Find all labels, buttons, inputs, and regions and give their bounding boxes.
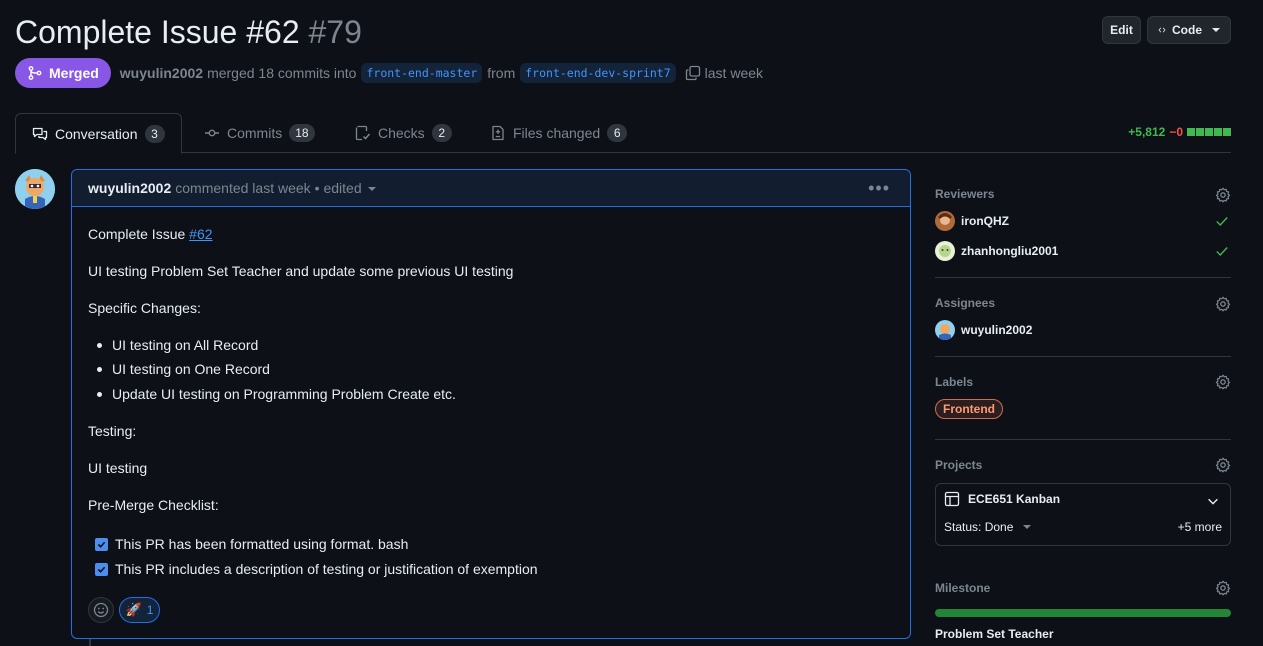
divider [935, 356, 1231, 357]
project-status: Status: Done [944, 520, 1014, 534]
list-item: Update UI testing on Programming Problem… [97, 386, 456, 402]
reviewer-name: zhanhongliu2001 [961, 244, 1059, 258]
edited-dropdown[interactable]: • edited [315, 180, 376, 196]
rocket-icon: 🚀 [125, 602, 142, 617]
comment-header: wuyulin2002 commented last week • edited… [72, 170, 910, 207]
tab-label: Files changed [513, 125, 601, 141]
timeline-line [89, 639, 91, 646]
milestone-heading[interactable]: Milestone [935, 581, 990, 595]
project-card: ECE651 Kanban Status: Done +5 more [935, 483, 1231, 546]
checklist-text: This PR has been formatted using format.… [115, 536, 409, 552]
avatar [935, 320, 955, 340]
status-badge: Merged [15, 58, 111, 88]
body-line: UI testing Problem Set Teacher and updat… [88, 263, 514, 279]
testing-value: UI testing [88, 460, 148, 476]
changes-heading: Specific Changes: [88, 300, 201, 316]
gear-icon[interactable] [1215, 457, 1231, 473]
reaction-count: 1 [146, 603, 154, 617]
labels-heading[interactable]: Labels [935, 375, 973, 389]
pr-title-text: Complete Issue #62 [15, 14, 300, 50]
from-text: from [487, 65, 516, 81]
body-line: Complete Issue #62 [88, 226, 213, 242]
reviewers-heading[interactable]: Reviewers [935, 187, 994, 201]
project-status-dropdown[interactable]: Status: Done [944, 520, 1032, 534]
divider [935, 439, 1231, 440]
tab-label: Conversation [55, 125, 138, 142]
tab-label: Checks [378, 125, 425, 141]
checklist-heading: Pre-Merge Checklist: [88, 497, 219, 513]
checklist-text: This PR includes a description of testin… [115, 561, 538, 577]
checkbox-checked[interactable] [95, 562, 108, 576]
avatar [935, 211, 955, 231]
project-more-link[interactable]: +5 more [1178, 520, 1222, 534]
tab-checks[interactable]: Checks 2 [355, 113, 452, 153]
sidebar: Reviewers ironQHZ zhanhongliu2001 Assign… [935, 0, 1231, 646]
author-link[interactable]: wuyulin2002 [120, 65, 203, 81]
gear-icon[interactable] [1215, 296, 1231, 312]
gear-icon[interactable] [1215, 374, 1231, 390]
check-icon [1216, 217, 1228, 226]
tab-label: Commits [227, 125, 283, 141]
checklist-icon [355, 125, 371, 141]
list-item: UI testing on One Record [97, 361, 270, 377]
chevron-down-icon [1023, 525, 1032, 529]
tab-counter: 3 [144, 124, 165, 143]
comment-discussion-icon [32, 127, 48, 140]
merge-time: last week [704, 65, 764, 81]
milestone-progress-bar [935, 609, 1231, 617]
rocket-reaction-button[interactable]: 🚀 1 [119, 597, 160, 623]
reviewer-name: ironQHZ [961, 214, 1009, 228]
table-icon [944, 491, 960, 507]
edited-label: • edited [314, 180, 362, 196]
git-commit-icon [205, 129, 219, 137]
chevron-down-icon [367, 187, 376, 191]
file-diff-icon [492, 125, 504, 141]
pr-title: Complete Issue #62 #79 [15, 12, 362, 52]
divider [935, 277, 1231, 278]
check-icon [1216, 247, 1228, 256]
tab-counter: 6 [607, 124, 628, 142]
project-link[interactable]: ECE651 Kanban [944, 491, 1060, 507]
kebab-menu-icon[interactable]: ••• [868, 178, 890, 199]
pr-number: #79 [308, 14, 362, 50]
tab-counter: 18 [289, 124, 315, 142]
comment-author[interactable]: wuyulin2002 [88, 180, 171, 196]
chevron-down-icon[interactable] [1206, 494, 1220, 508]
label-frontend[interactable]: Frontend [935, 399, 1003, 419]
comment-action[interactable]: commented last week [175, 180, 310, 196]
head-branch[interactable]: front-end-dev-sprint7 [520, 63, 676, 83]
tab-counter: 2 [431, 124, 452, 142]
list-item: UI testing on All Record [96, 337, 259, 353]
milestone-name[interactable]: Problem Set Teacher [935, 627, 1054, 641]
checklist-item: This PR has been formatted using format.… [95, 536, 408, 552]
tab-commits[interactable]: Commits 18 [204, 113, 315, 153]
base-branch[interactable]: front-end-master [361, 63, 483, 83]
assignee-name: wuyulin2002 [961, 323, 1033, 337]
tab-conversation[interactable]: Conversation 3 [15, 113, 182, 154]
avatar[interactable] [15, 169, 55, 209]
testing-heading: Testing: [88, 423, 137, 439]
avatar [935, 241, 955, 261]
checkbox-checked[interactable] [95, 537, 108, 551]
pr-meta: Merged wuyulin2002 merged 18 commits int… [15, 58, 763, 88]
merge-action-text: merged 18 commits into [207, 65, 357, 81]
comment-card: wuyulin2002 commented last week • edited… [71, 169, 911, 639]
project-name: ECE651 Kanban [968, 492, 1061, 506]
assignee-item[interactable]: wuyulin2002 [935, 320, 1231, 340]
smiley-icon [93, 602, 109, 618]
add-reaction-button[interactable] [88, 597, 114, 623]
tab-files-changed[interactable]: Files changed 6 [490, 113, 628, 153]
projects-heading[interactable]: Projects [935, 458, 982, 472]
gear-icon[interactable] [1215, 187, 1231, 203]
checklist-item: This PR includes a description of testin… [95, 561, 538, 577]
gear-icon[interactable] [1215, 580, 1231, 596]
copy-icon[interactable] [685, 65, 701, 81]
assignees-heading[interactable]: Assignees [935, 296, 995, 310]
status-badge-label: Merged [49, 65, 99, 81]
reviewer-item[interactable]: ironQHZ [935, 211, 1231, 231]
issue-link[interactable]: #62 [189, 226, 212, 242]
issue-text: Complete Issue [88, 226, 190, 242]
git-merge-icon [28, 66, 42, 80]
reviewer-item[interactable]: zhanhongliu2001 [935, 241, 1231, 261]
